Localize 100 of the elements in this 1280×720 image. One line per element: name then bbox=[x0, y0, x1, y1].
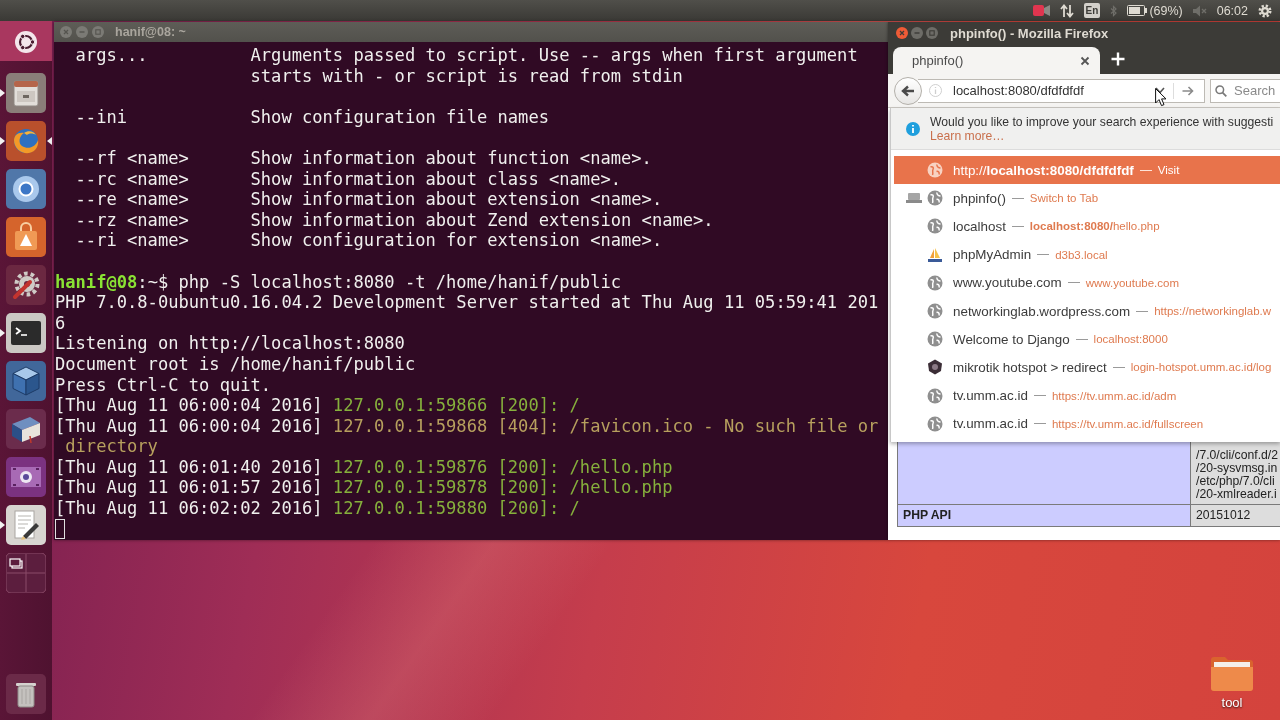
battery-icon[interactable] bbox=[1127, 5, 1148, 16]
network-arrows-icon[interactable] bbox=[1059, 3, 1074, 18]
info-icon bbox=[906, 121, 920, 136]
shopping-bag-icon[interactable] bbox=[6, 217, 46, 257]
option-name: --ini bbox=[75, 106, 128, 128]
suggestion-title: mikrotik hotspot > redirect bbox=[953, 359, 1107, 375]
window-title: hanif@08: ~ bbox=[115, 25, 186, 39]
suggestion-detail: https://tv.umm.ac.id/fullscreen bbox=[1051, 417, 1204, 430]
log-timestamp: [Thu Aug 11 06:00:04 2016] bbox=[55, 415, 323, 437]
mouse-pointer-icon bbox=[1155, 88, 1167, 107]
suggestion-title: tv.umm.ac.id bbox=[953, 416, 1028, 432]
plus-icon[interactable] bbox=[1111, 52, 1125, 66]
suggestion-item[interactable]: phpMyAdmin d3b3.local bbox=[894, 240, 1280, 269]
suggestion-detail: https://tv.umm.ac.id/adm bbox=[1051, 389, 1177, 402]
webcam-icon[interactable] bbox=[6, 457, 46, 497]
output-line: 6 bbox=[55, 312, 66, 334]
suggestion-title: phpMyAdmin bbox=[953, 247, 1032, 263]
browser-tab[interactable]: phpinfo() bbox=[893, 47, 1100, 74]
option-name: --re <name> bbox=[75, 189, 189, 210]
dash-logo-icon[interactable] bbox=[0, 21, 52, 61]
file-cabinet-icon[interactable] bbox=[6, 73, 46, 113]
log-request: 127.0.0.1:59878 [200]: /hello.php bbox=[332, 477, 673, 499]
option-description: Show information about extension <name>. bbox=[250, 189, 663, 210]
log-request: 127.0.0.1:59866 [200]: / bbox=[332, 395, 580, 416]
go-arrow-icon[interactable] bbox=[1182, 85, 1194, 96]
suggestion-detail: https://networkinglab.w bbox=[1154, 305, 1272, 318]
suggestion-item[interactable]: localhost localhost:8080/hello.php bbox=[894, 212, 1280, 241]
shell-prompt: hanif@08:~$ bbox=[55, 271, 169, 293]
suggestion-detail: Switch to Tab bbox=[1029, 192, 1099, 205]
log-request: 127.0.0.1:59868 [404]: /favicon.ico - No such file or bbox=[332, 415, 879, 437]
book-icon[interactable] bbox=[6, 409, 46, 449]
tab-close-icon[interactable] bbox=[1080, 55, 1090, 66]
log-timestamp: [Thu Aug 11 06:02:02 2016] bbox=[55, 498, 323, 519]
settings-icon[interactable] bbox=[1258, 3, 1272, 18]
fox-globe-icon[interactable] bbox=[6, 121, 46, 161]
gear-wrench-icon[interactable] bbox=[6, 265, 46, 305]
output-line: Document root is /home/hanif/public bbox=[55, 353, 416, 375]
globe-icon bbox=[927, 218, 943, 235]
option-description: Show configuration for extension <name>. bbox=[250, 230, 663, 251]
suggestion-title: localhost bbox=[953, 218, 1006, 234]
option-name: --rf <name> bbox=[75, 147, 189, 169]
log-timestamp: [Thu Aug 11 06:01:57 2016] bbox=[55, 477, 323, 499]
suggestion-detail: www.youtube.com bbox=[1085, 276, 1179, 289]
document-pencil-icon[interactable] bbox=[6, 505, 46, 545]
back-button[interactable] bbox=[894, 76, 922, 105]
terminal-icon[interactable] bbox=[6, 313, 46, 353]
url-field[interactable]: localhost:8080/dfdfdfdf bbox=[918, 78, 1205, 103]
output-line: PHP 7.0.8-0ubuntu0.16.04.2 Development Server started at Thu Aug 11 05:59:41 201 bbox=[55, 292, 879, 313]
globe-icon bbox=[927, 190, 943, 207]
option-description: Show information about Zend extension <name>. bbox=[250, 209, 714, 231]
suggestion-title: phpinfo() bbox=[953, 190, 1006, 206]
suggestion-item[interactable]: www.youtube.com www.youtube.com bbox=[894, 268, 1280, 297]
block-cursor-icon bbox=[55, 518, 66, 539]
option-description: Show information about function <name>. bbox=[250, 147, 652, 169]
suggestion-item[interactable]: phpinfo() Switch to Tab bbox=[894, 184, 1280, 213]
output-line: Listening on http://localhost:8080 bbox=[55, 333, 405, 354]
folder-icon bbox=[1209, 654, 1255, 692]
suggestion-item[interactable]: Welcome to Django localhost:8000 bbox=[894, 325, 1280, 354]
suggestion-detail: localhost:8080/hello.php bbox=[1029, 220, 1160, 233]
command-text: php -S localhost:8080 -t /home/hanif/public bbox=[178, 271, 622, 293]
log-timestamp: [Thu Aug 11 06:00:04 2016] bbox=[55, 395, 323, 416]
keyboard-layout-indicator[interactable]: En bbox=[1083, 3, 1101, 18]
option-name: --rc <name> bbox=[75, 168, 189, 190]
notice-text: Would you like to improve your search experience with suggesti bbox=[930, 114, 1274, 129]
record-icon[interactable] bbox=[1032, 4, 1050, 17]
log-request: 127.0.0.1:59880 [200]: / bbox=[332, 498, 580, 519]
globe-icon bbox=[927, 303, 943, 320]
suggestion-detail: localhost:8000 bbox=[1093, 333, 1168, 346]
suggestion-detail: d3b3.local bbox=[1055, 248, 1108, 261]
table-cell: PHP API bbox=[898, 505, 1190, 526]
trash-icon[interactable] bbox=[6, 674, 46, 714]
output-line: Press Ctrl-C to quit. bbox=[55, 374, 272, 396]
option-name: --rz <name> bbox=[75, 209, 189, 231]
workspace-grid-icon[interactable] bbox=[6, 553, 46, 593]
suggestion-title: Welcome to Django bbox=[953, 331, 1070, 347]
ring-icon[interactable] bbox=[6, 169, 46, 209]
option-name: args... bbox=[75, 45, 148, 66]
close-icon[interactable] bbox=[896, 27, 908, 39]
clock[interactable]: 06:02 bbox=[1216, 3, 1248, 18]
back-arrow-icon bbox=[901, 84, 915, 97]
option-description: Show configuration file names bbox=[250, 106, 549, 128]
suggestion-title: www.youtube.com bbox=[953, 275, 1062, 291]
suggestion-item[interactable]: mikrotik hotspot > redirect login-hotspot.umm.ac.id/log bbox=[894, 353, 1280, 382]
option-description: Arguments passed to script. Use -- args when first argument starts with - or script is read from stdin bbox=[250, 45, 858, 87]
desktop-folder[interactable]: tool bbox=[1202, 654, 1262, 710]
suggestion-item[interactable]: networkinglab.wordpress.com https://networkinglab.w bbox=[894, 296, 1280, 326]
globe-icon bbox=[927, 162, 943, 179]
suggestion-title: networkinglab.wordpress.com bbox=[953, 303, 1131, 319]
window-title: phpinfo() - Mozilla Firefox bbox=[950, 25, 1109, 41]
hexagon-icon bbox=[927, 359, 943, 376]
log-request: directory bbox=[65, 436, 158, 457]
globe-icon bbox=[927, 387, 943, 404]
cube-icon[interactable] bbox=[6, 361, 46, 401]
suggestion-title: http://localhost:8080/dfdfdfdf bbox=[953, 162, 1134, 178]
option-name: --ri <name> bbox=[75, 230, 189, 251]
search-field[interactable]: Search bbox=[1210, 78, 1280, 103]
suggestion-item[interactable]: tv.umm.ac.id https://tv.umm.ac.id/adm bbox=[894, 381, 1280, 410]
option-description: Show information about class <name>. bbox=[250, 168, 621, 190]
table-cell: 20151012 bbox=[1191, 505, 1280, 526]
suggestion-title: tv.umm.ac.id bbox=[953, 388, 1028, 404]
